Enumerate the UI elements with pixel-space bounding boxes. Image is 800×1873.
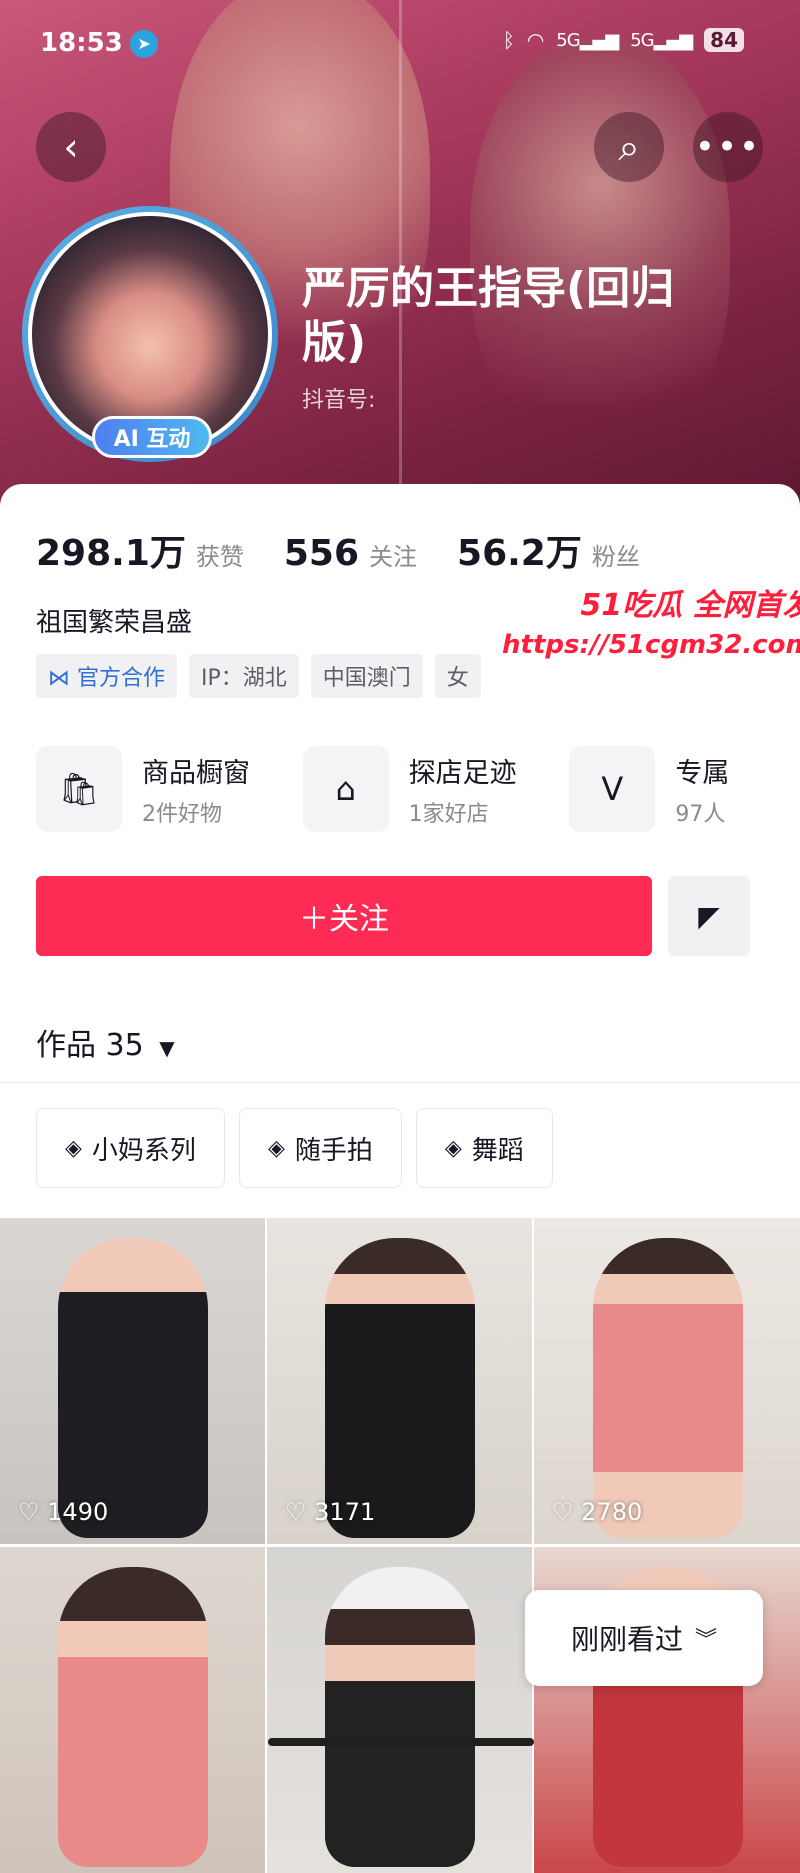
shortcut-title: 探店足迹 xyxy=(408,757,517,789)
cell-signal-icon: 5G▂▄▆ xyxy=(556,29,619,51)
followers-count[interactable]: 56.2万 xyxy=(457,524,582,576)
collection-label: 随手拍 xyxy=(294,1135,373,1166)
layers-icon: ◈ xyxy=(267,1135,285,1161)
collection-item[interactable]: ◈ 随手拍 xyxy=(238,1108,402,1188)
search-icon: ⌕ xyxy=(618,124,640,169)
profile-card: 298.1万 获赞 556 关注 56.2万 粉丝 祖国繁荣昌盛 ⋈ 官方合作 … xyxy=(0,484,800,1873)
status-time: 18:53 xyxy=(40,28,123,58)
collection-item[interactable]: ◈ 舞蹈 xyxy=(415,1108,553,1188)
works-count: 35 xyxy=(105,1028,144,1063)
tag-location: 中国澳门 xyxy=(310,654,423,698)
shortcut-exclusive[interactable]: V 专属 97人 xyxy=(569,746,800,832)
more-dots-icon: ••• xyxy=(694,127,762,167)
video-thumbnail[interactable]: ♡ 2780 xyxy=(534,1218,800,1544)
video-thumbnail[interactable] xyxy=(0,1547,265,1873)
status-bar: 18:53 ➤ ᛒ ◠ 5G▂▄▆ 5G▂▄▆ 84 xyxy=(0,26,800,66)
following-label: 关注 xyxy=(369,543,418,571)
collections-row: ◈ 小妈系列 ◈ 随手拍 ◈ 舞蹈 xyxy=(36,1108,553,1188)
collection-label: 舞蹈 xyxy=(471,1135,524,1166)
thumbnail-figure xyxy=(324,1567,475,1867)
shortcut-title: 专属 xyxy=(675,757,730,789)
shortcut-shop-window[interactable]: 🛍 商品橱窗 2件好物 xyxy=(36,746,303,832)
shortcut-row: 🛍 商品橱窗 2件好物 ⌂ 探店足迹 1家好店 V 专属 97人 xyxy=(36,746,800,832)
works-label: 作品 xyxy=(36,1028,96,1063)
telegram-icon: ➤ xyxy=(130,30,158,58)
video-likes: ♡ 2780 xyxy=(552,1498,643,1526)
followers-label: 粉丝 xyxy=(591,543,640,571)
video-thumbnail[interactable]: ♡ 1490 xyxy=(0,1218,265,1544)
video-likes: ♡ 3171 xyxy=(285,1498,376,1526)
following-count[interactable]: 556 xyxy=(284,533,359,574)
recently-viewed-label: 刚刚看过 xyxy=(570,1623,683,1656)
works-tab[interactable]: 作品 35 ▼ xyxy=(36,1020,175,1064)
profile-tags: ⋈ 官方合作 IP：湖北 中国澳门 女 xyxy=(36,654,481,698)
watermark-title: 51吃瓜 全网首发 xyxy=(580,588,800,623)
likes-label: 获赞 xyxy=(195,543,244,571)
watermark: 51吃瓜 全网首发 https://51cgm32.com xyxy=(502,580,800,660)
video-grid: ♡ 1490 ♡ 3171 ♡ 2780 xyxy=(0,1218,800,1873)
header-photo-right xyxy=(470,40,730,460)
profile-bio: 祖国繁荣昌盛 xyxy=(36,608,193,638)
layers-icon: ◈ xyxy=(444,1135,462,1161)
caret-down-icon: ▼ xyxy=(159,1036,175,1060)
store-icon: ⌂ xyxy=(302,746,389,832)
thumbnail-figure xyxy=(57,1567,208,1867)
home-indicator[interactable] xyxy=(268,1738,534,1746)
likes-count[interactable]: 298.1万 xyxy=(36,524,186,576)
send-arrow-icon: ◤ xyxy=(698,899,720,933)
shortcut-subtitle: 2件好物 xyxy=(142,801,222,827)
layers-icon: ◈ xyxy=(65,1135,82,1161)
video-thumbnail[interactable] xyxy=(267,1547,532,1873)
douyin-id-label: 抖音号: xyxy=(302,388,376,413)
follow-button[interactable]: ＋关注 xyxy=(36,876,652,956)
recently-viewed-button[interactable]: 刚刚看过 ︾ xyxy=(525,1590,763,1686)
shortcut-title: 商品橱窗 xyxy=(142,757,250,789)
ai-interact-badge[interactable]: AI 互动 xyxy=(92,416,212,458)
collection-item[interactable]: ◈ 小妈系列 xyxy=(36,1108,225,1188)
profile-name: 严厉的王指导(回归版) xyxy=(302,263,675,368)
v-icon: V xyxy=(569,746,656,832)
shortcut-subtitle: 97人 xyxy=(675,801,726,827)
video-thumbnail[interactable]: ♡ 3171 xyxy=(267,1218,532,1544)
collection-label: 小妈系列 xyxy=(91,1135,196,1166)
thumbnail-figure xyxy=(57,1238,208,1538)
share-button[interactable]: ◤ xyxy=(668,876,750,956)
battery-level: 84 xyxy=(704,28,744,52)
video-likes: ♡ 1490 xyxy=(18,1498,109,1526)
tag-official[interactable]: ⋈ 官方合作 xyxy=(36,654,178,698)
header-divider xyxy=(399,0,402,520)
wifi-icon: ◠ xyxy=(526,28,545,52)
bluetooth-icon: ᛒ xyxy=(502,28,515,52)
tag-ip: IP：湖北 xyxy=(189,654,299,698)
tag-gender: 女 xyxy=(434,654,481,698)
shopping-bag-icon: 🛍 xyxy=(36,746,122,832)
thumbnail-figure xyxy=(324,1238,475,1538)
watermark-url: https://51cgm32.com xyxy=(502,630,800,660)
chevron-left-icon: ‹ xyxy=(63,125,79,169)
back-button[interactable]: ‹ xyxy=(36,112,106,182)
shortcut-store-visits[interactable]: ⌂ 探店足迹 1家好店 xyxy=(302,746,570,832)
thumbnail-figure xyxy=(593,1238,743,1538)
profile-stats: 298.1万 获赞 556 关注 56.2万 粉丝 xyxy=(36,524,680,576)
shortcut-subtitle: 1家好店 xyxy=(408,801,489,827)
cell-signal-icon-2: 5G▂▄▆ xyxy=(630,29,693,51)
divider xyxy=(0,1082,800,1083)
double-chevron-down-icon: ︾ xyxy=(695,1628,718,1653)
more-button[interactable]: ••• xyxy=(693,112,763,182)
search-button[interactable]: ⌕ xyxy=(594,112,664,182)
